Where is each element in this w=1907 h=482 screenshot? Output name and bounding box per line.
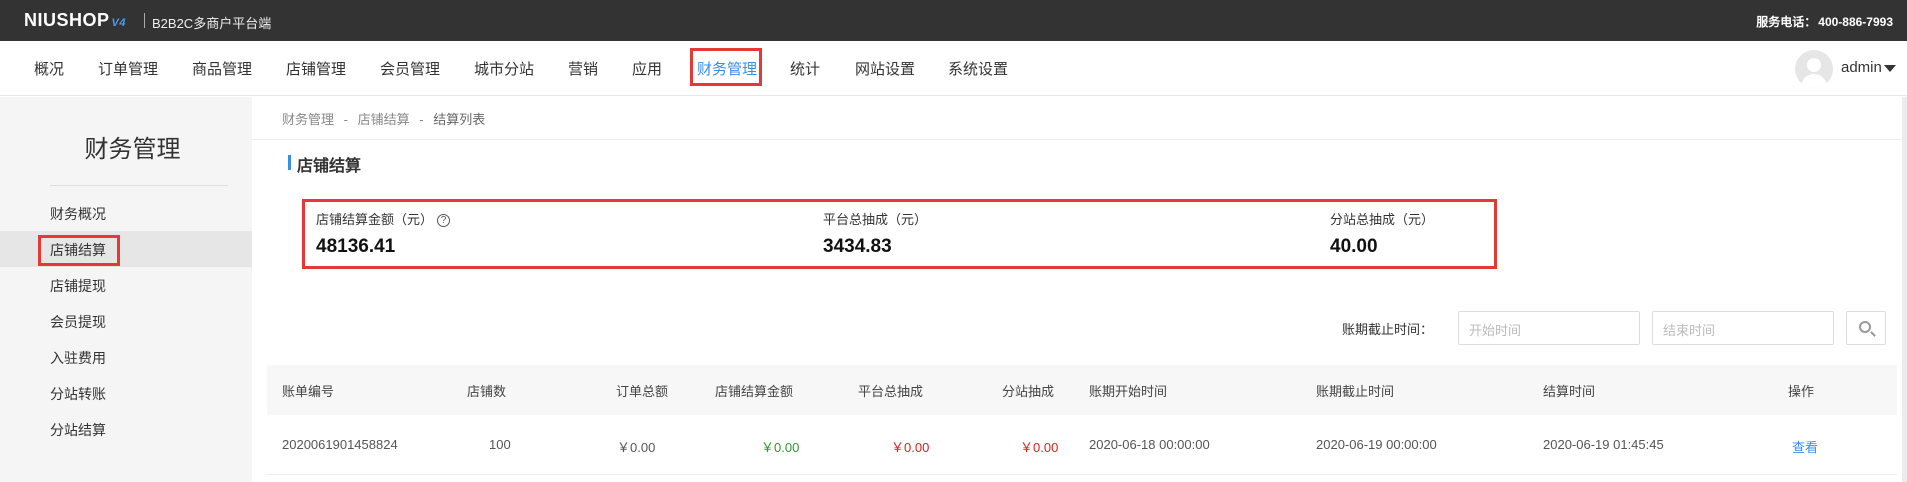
column-header-bill-no: 账单编号 [282, 384, 335, 399]
breadcrumb-item-settlement-list: 结算列表 [433, 112, 486, 127]
sidebar-item-entry-fee[interactable]: 入驻费用 [50, 348, 106, 368]
cell-period-end: 2020-06-19 00:00:00 [1316, 437, 1437, 452]
logo-divider [144, 13, 145, 28]
filter-label: 账期截止时间： [1342, 322, 1434, 337]
sidebar: 财务管理 财务概况 店铺结算 店铺提现 会员提现 入驻费用 分站转账 分站结算 [0, 97, 252, 482]
cell-shop-settlement: ￥0.00 [761, 440, 800, 455]
search-icon [1859, 321, 1871, 333]
nav-item-marketing[interactable]: 营销 [568, 58, 598, 79]
sidebar-item-shop-withdrawal[interactable]: 店铺提现 [50, 276, 106, 296]
sidebar-item-member-withdrawal[interactable]: 会员提现 [50, 312, 106, 332]
breadcrumb-divider [252, 139, 1907, 140]
hotline-number: 400-886-7993 [1818, 15, 1893, 29]
start-time-input[interactable]: 开始时间 [1458, 311, 1640, 345]
stats-summary-box: 店铺结算金额（元）? 48136.41 平台总抽成（元） 3434.83 分站总… [302, 199, 1497, 269]
user-name[interactable]: admin [1841, 59, 1882, 76]
nav-item-members[interactable]: 会员管理 [380, 58, 440, 79]
column-header-platform-commission: 平台总抽成 [858, 384, 924, 399]
table-header: 账单编号 店铺数 订单总额 店铺结算金额 平台总抽成 分站抽成 账期开始时间 账… [267, 365, 1897, 415]
nav-item-orders[interactable]: 订单管理 [98, 58, 158, 79]
nav-item-system-settings[interactable]: 系统设置 [948, 58, 1008, 79]
stat-value-shop-settlement: 48136.41 [316, 236, 396, 257]
main-nav: 概况 订单管理 商品管理 店铺管理 会员管理 城市分站 营销 应用 财务管理 统… [0, 41, 1907, 96]
sidebar-item-finance-overview[interactable]: 财务概况 [50, 204, 106, 224]
stat-label-text: 店铺结算金额（元） [316, 212, 434, 227]
stat-label-shop-settlement: 店铺结算金额（元）? [316, 209, 451, 228]
platform-subtitle: B2B2C多商户平台端 [152, 16, 272, 31]
cell-platform-commission: ￥0.00 [891, 440, 930, 455]
stat-value-substation-commission: 40.00 [1330, 236, 1378, 257]
top-bar: NIUSHOP V4 B2B2C多商户平台端 服务电话： 400-886-7993 [0, 0, 1907, 41]
service-hotline: 服务电话： 400-886-7993 [1754, 13, 1893, 30]
section-accent-bar [288, 155, 291, 170]
main-content: 财务管理 - 店铺结算 - 结算列表 店铺结算 店铺结算金额（元）? 48136… [252, 97, 1907, 482]
section-title: 店铺结算 [297, 158, 362, 175]
column-header-settle-time: 结算时间 [1543, 384, 1596, 399]
stat-label-platform-commission: 平台总抽成（元） [823, 212, 928, 227]
hotline-label: 服务电话： [1756, 15, 1817, 29]
stat-label-substation-commission: 分站总抽成（元） [1330, 212, 1435, 227]
cell-shop-count: 100 [489, 437, 511, 452]
sidebar-title: 财务管理 [84, 136, 181, 163]
logo[interactable]: NIUSHOP V4 [24, 10, 126, 31]
logo-text: NIUSHOP [24, 10, 110, 30]
avatar-body-shape [1801, 74, 1827, 88]
logo-version: V4 [111, 17, 126, 29]
cell-order-total: ￥0.00 [617, 440, 656, 455]
cell-settle-time: 2020-06-19 01:45:45 [1543, 437, 1664, 452]
nav-item-statistics[interactable]: 统计 [790, 58, 820, 79]
nav-item-shops[interactable]: 店铺管理 [286, 58, 346, 79]
nav-item-city-substation[interactable]: 城市分站 [474, 58, 534, 79]
column-header-shop-settlement: 店铺结算金额 [715, 384, 794, 399]
column-header-action: 操作 [1788, 384, 1815, 399]
nav-item-site-settings[interactable]: 网站设置 [855, 58, 915, 79]
search-button[interactable] [1846, 311, 1886, 345]
help-icon[interactable]: ? [437, 214, 451, 228]
column-header-period-end: 账期截止时间 [1316, 384, 1395, 399]
end-time-input[interactable]: 结束时间 [1652, 311, 1834, 345]
cell-bill-no: 2020061901458824 [282, 437, 398, 452]
scrollbar[interactable] [1902, 97, 1907, 482]
column-header-substation-commission: 分站抽成 [1002, 384, 1055, 399]
table-row: 2020061901458824 100 ￥0.00 ￥0.00 ￥0.00 ￥… [267, 415, 1897, 475]
shop-settlement-highlight-box [38, 235, 120, 266]
avatar[interactable] [1795, 50, 1833, 88]
breadcrumb: 财务管理 - 店铺结算 - 结算列表 [282, 109, 485, 128]
view-link[interactable]: 查看 [1792, 437, 1818, 456]
sidebar-item-substation-settlement[interactable]: 分站结算 [50, 420, 106, 440]
cell-substation-commission: ￥0.00 [1020, 440, 1059, 455]
breadcrumb-separator: - [343, 112, 348, 127]
sidebar-divider [50, 185, 228, 186]
column-header-order-total: 订单总额 [616, 384, 669, 399]
cell-period-start: 2020-06-18 00:00:00 [1089, 437, 1210, 452]
breadcrumb-item-shop-settlement[interactable]: 店铺结算 [358, 112, 410, 127]
column-header-shop-count: 店铺数 [467, 384, 507, 399]
nav-item-products[interactable]: 商品管理 [192, 58, 252, 79]
chevron-down-icon[interactable] [1884, 65, 1896, 72]
nav-item-apps[interactable]: 应用 [632, 58, 662, 79]
column-header-period-start: 账期开始时间 [1089, 384, 1168, 399]
sidebar-item-substation-transfer[interactable]: 分站转账 [50, 384, 106, 404]
nav-item-overview[interactable]: 概况 [34, 58, 64, 79]
avatar-head-shape [1807, 58, 1821, 72]
finance-highlight-box [690, 48, 762, 86]
search-icon-handle [1870, 331, 1876, 337]
stat-value-platform-commission: 3434.83 [823, 236, 892, 257]
breadcrumb-separator: - [419, 112, 424, 127]
breadcrumb-item-finance[interactable]: 财务管理 [282, 112, 334, 127]
